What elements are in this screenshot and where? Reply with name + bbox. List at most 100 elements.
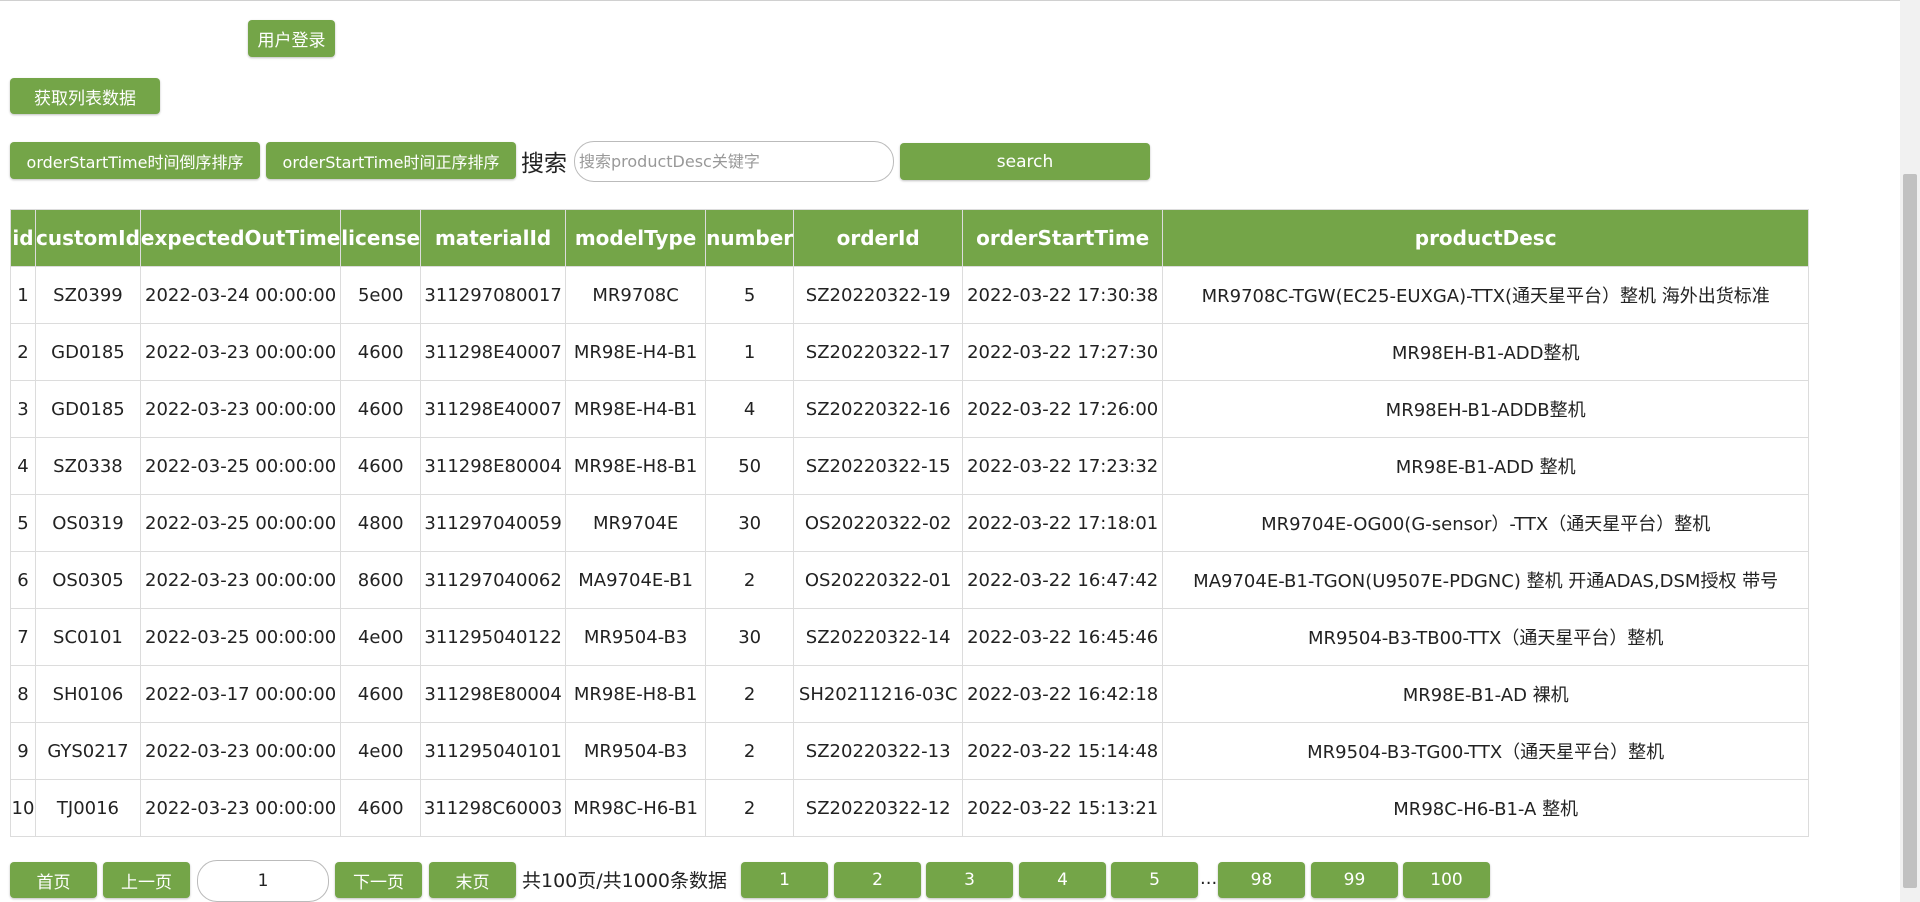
cell-expectedouttime: 2022-03-25 00:00:00 <box>139 437 342 495</box>
cell-orderstarttime: 2022-03-22 15:13:21 <box>962 779 1164 837</box>
cell-orderid: OS20220322-01 <box>793 551 964 609</box>
cell-expectedouttime: 2022-03-23 00:00:00 <box>139 722 342 780</box>
cell-number: 2 <box>705 722 795 780</box>
cell-expectedouttime: 2022-03-23 00:00:00 <box>139 779 342 837</box>
cell-customid: SH0106 <box>35 665 141 723</box>
cell-orderstarttime: 2022-03-22 15:14:48 <box>962 722 1164 780</box>
cell-productdesc: MR98E-B1-ADD 整机 <box>1162 437 1810 495</box>
cell-orderstarttime: 2022-03-22 17:26:00 <box>962 380 1164 438</box>
cell-modeltype: MR98C-H6-B1 <box>565 779 707 837</box>
prev-page-button[interactable]: 上一页 <box>103 862 190 898</box>
cell-materialid: 311298E40007 <box>420 380 567 438</box>
search-input[interactable] <box>574 141 894 182</box>
cell-materialid: 311297080017 <box>420 266 567 324</box>
sort-desc-button[interactable]: orderStartTime时间倒序排序 <box>10 142 260 179</box>
cell-productdesc: MR9708C-TGW(EC25-EUXGA)-TTX(通天星平台）整机 海外出… <box>1162 266 1810 324</box>
cell-customid: OS0305 <box>35 551 141 609</box>
sort-asc-button[interactable]: orderStartTime时间正序排序 <box>266 142 516 179</box>
table-row: 8 SH0106 2022-03-17 00:00:00 4600 311298E800… <box>10 665 1810 723</box>
cell-customid: GD0185 <box>35 380 141 438</box>
column-header-number: number <box>705 209 795 267</box>
cell-materialid: 311298E80004 <box>420 665 567 723</box>
cell-license: 4600 <box>340 779 422 837</box>
cell-productdesc: MR9504-B3-TG00-TTX（通天星平台）整机 <box>1162 722 1810 780</box>
cell-orderid: SZ20220322-16 <box>793 380 964 438</box>
cell-number: 2 <box>705 665 795 723</box>
table-row: 6 OS0305 2022-03-23 00:00:00 8600 3112970400… <box>10 551 1810 609</box>
cell-orderstarttime: 2022-03-22 17:30:38 <box>962 266 1164 324</box>
cell-materialid: 311295040122 <box>420 608 567 666</box>
column-header-expectedouttime: expectedOutTime <box>139 209 342 267</box>
column-header-orderstarttime: orderStartTime <box>962 209 1164 267</box>
cell-materialid: 311297040059 <box>420 494 567 552</box>
cell-customid: OS0319 <box>35 494 141 552</box>
cell-productdesc: MR98EH-B1-ADD整机 <box>1162 323 1810 381</box>
cell-modeltype: MR9708C <box>565 266 707 324</box>
page-button-1[interactable]: 1 <box>741 862 828 898</box>
cell-license: 4600 <box>340 665 422 723</box>
cell-modeltype: MR9504-B3 <box>565 722 707 780</box>
page-button-2[interactable]: 2 <box>834 862 921 898</box>
cell-modeltype: MR98E-H4-B1 <box>565 323 707 381</box>
page-button-3[interactable]: 3 <box>926 862 1013 898</box>
last-page-button[interactable]: 末页 <box>429 862 516 898</box>
cell-expectedouttime: 2022-03-23 00:00:00 <box>139 380 342 438</box>
page-button-4[interactable]: 4 <box>1019 862 1106 898</box>
cell-orderstarttime: 2022-03-22 17:18:01 <box>962 494 1164 552</box>
page-button-100[interactable]: 100 <box>1403 862 1490 898</box>
cell-orderid: SZ20220322-19 <box>793 266 964 324</box>
pagination-ellipsis: ... <box>1200 868 1218 889</box>
order-table: id customId expectedOutTime license mate… <box>10 209 1810 837</box>
cell-orderid: SH20211216-03C <box>793 665 964 723</box>
cell-materialid: 311298E40007 <box>420 323 567 381</box>
cell-id: 7 <box>10 608 36 666</box>
cell-license: 4600 <box>340 437 422 495</box>
page-button-98[interactable]: 98 <box>1218 862 1305 898</box>
cell-productdesc: MR98EH-B1-ADDB整机 <box>1162 380 1810 438</box>
cell-customid: SZ0399 <box>35 266 141 324</box>
next-page-button[interactable]: 下一页 <box>335 862 422 898</box>
search-button[interactable]: search <box>900 143 1150 180</box>
cell-id: 1 <box>10 266 36 324</box>
page-button-99[interactable]: 99 <box>1311 862 1398 898</box>
column-header-orderid: orderId <box>793 209 964 267</box>
cell-expectedouttime: 2022-03-17 00:00:00 <box>139 665 342 723</box>
cell-orderstarttime: 2022-03-22 16:42:18 <box>962 665 1164 723</box>
cell-license: 4600 <box>340 323 422 381</box>
cell-number: 4 <box>705 380 795 438</box>
table-body: 1 SZ0399 2022-03-24 00:00:00 5e00 3112970800… <box>10 266 1810 837</box>
cell-id: 9 <box>10 722 36 780</box>
cell-license: 4600 <box>340 380 422 438</box>
column-header-materialid: materialId <box>420 209 567 267</box>
cell-materialid: 311295040101 <box>420 722 567 780</box>
fetch-list-data-button[interactable]: 获取列表数据 <box>10 78 160 114</box>
cell-modeltype: MR98E-H8-B1 <box>565 437 707 495</box>
page-button-5[interactable]: 5 <box>1111 862 1198 898</box>
cell-materialid: 311298E80004 <box>420 437 567 495</box>
cell-number: 2 <box>705 779 795 837</box>
column-header-modeltype: modelType <box>565 209 707 267</box>
cell-license: 4e00 <box>340 722 422 780</box>
cell-number: 5 <box>705 266 795 324</box>
cell-license: 4800 <box>340 494 422 552</box>
cell-expectedouttime: 2022-03-24 00:00:00 <box>139 266 342 324</box>
table-row: 10 TJ0016 2022-03-23 00:00:00 4600 311298C60… <box>10 779 1810 837</box>
page-number-input[interactable] <box>197 860 329 902</box>
cell-materialid: 311297040062 <box>420 551 567 609</box>
cell-productdesc: MR9704E-OG00(G-sensor）-TTX（通天星平台）整机 <box>1162 494 1810 552</box>
column-header-license: license <box>340 209 422 267</box>
scrollbar-thumb[interactable] <box>1903 174 1917 888</box>
cell-expectedouttime: 2022-03-23 00:00:00 <box>139 551 342 609</box>
cell-modeltype: MA9704E-B1 <box>565 551 707 609</box>
column-header-productdesc: productDesc <box>1162 209 1810 267</box>
column-header-customid: customId <box>35 209 141 267</box>
cell-orderid: OS20220322-02 <box>793 494 964 552</box>
cell-orderstarttime: 2022-03-22 17:27:30 <box>962 323 1164 381</box>
table-row: 5 OS0319 2022-03-25 00:00:00 4800 3112970400… <box>10 494 1810 552</box>
page-summary: 共100页/共1000条数据 <box>522 870 728 892</box>
first-page-button[interactable]: 首页 <box>10 862 97 898</box>
top-border <box>0 0 1900 1</box>
cell-productdesc: MA9704E-B1-TGON(U9507E-PDGNC) 整机 开通ADAS,… <box>1162 551 1810 609</box>
user-login-button[interactable]: 用户登录 <box>248 20 335 57</box>
cell-orderid: SZ20220322-13 <box>793 722 964 780</box>
